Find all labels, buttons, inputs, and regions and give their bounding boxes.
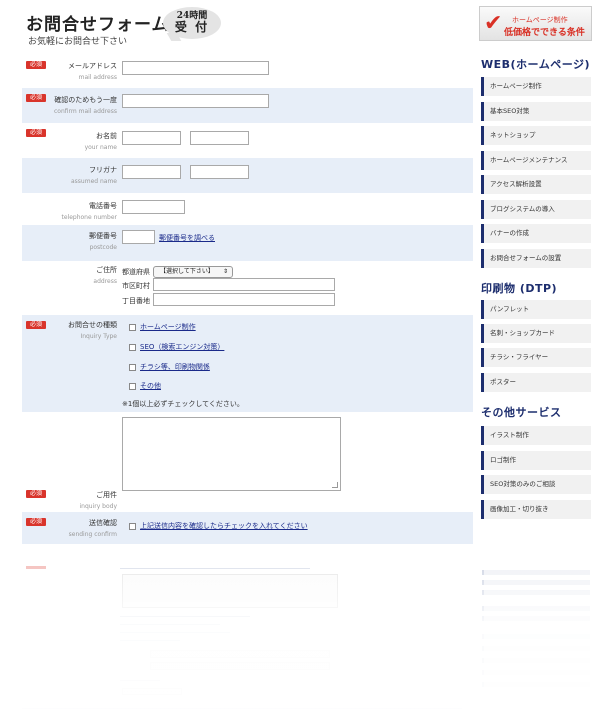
- row-email: 必須 メールアドレス mail address: [22, 55, 473, 88]
- inquiry-option-print[interactable]: チラシ等、印刷物関係: [129, 362, 210, 372]
- required-badge: 必須: [26, 321, 46, 329]
- inquiry-body-textarea[interactable]: [122, 417, 341, 491]
- checkbox[interactable]: [129, 363, 136, 371]
- required-badge: 必須: [26, 129, 46, 137]
- sidebar-item-logo[interactable]: ロゴ制作: [481, 451, 591, 470]
- prefecture-select[interactable]: 【選択して下さい】 ⇕: [153, 266, 233, 278]
- sidebar-item-poster[interactable]: ポスター: [481, 373, 591, 392]
- sidebar-item-illustration[interactable]: イラスト制作: [481, 426, 591, 445]
- row-inquiry-type: 必須 お問合せの種類 Inquiry Type ホームページ制作 SEO（検索エ…: [22, 315, 473, 412]
- sidebar-item-banner[interactable]: バナーの作成: [481, 224, 591, 243]
- sidebar-item-seo-consult[interactable]: SEO対策のみのご相談: [481, 475, 591, 494]
- send-confirm-checkbox[interactable]: 上記送信内容を確認したらチェックを入れてください: [129, 521, 308, 531]
- select-arrows-icon: ⇕: [222, 268, 228, 275]
- faded-reflection: [0, 560, 598, 724]
- sidebar-item-blog[interactable]: ブログシステムの導入: [481, 200, 591, 219]
- phone-label: 電話番号 telephone number: [61, 202, 117, 221]
- page-subtitle: お気軽にお問合せ下さい: [28, 37, 128, 47]
- sidebar-item-maintenance[interactable]: ホームページメンテナンス: [481, 151, 591, 170]
- city-label: 市区町村: [122, 282, 150, 290]
- inquiry-note: ※1個以上必ずチェックしてください。: [122, 400, 244, 408]
- sidebar-item-analytics[interactable]: アクセス解析設置: [481, 175, 591, 194]
- checkbox[interactable]: [129, 343, 136, 351]
- low-price-banner[interactable]: ✔ ホームページ制作 低価格でできる条件: [479, 6, 592, 41]
- email-label: メールアドレス mail address: [68, 62, 117, 81]
- row-body: 必須 ご用件 inquiry body: [22, 412, 473, 512]
- postal-field[interactable]: [122, 230, 155, 244]
- contact-form: 必須 メールアドレス mail address 必須 確認のためもう一度 con…: [22, 55, 473, 544]
- row-name: 必須 お名前 your name: [22, 123, 473, 158]
- row-furigana: フリガナ assumed name: [22, 158, 473, 193]
- sidebar-item-pamphlet[interactable]: パンフレット: [481, 300, 591, 319]
- first-name-kana-field[interactable]: [190, 165, 249, 179]
- sidebar-item-web-production[interactable]: ホームページ制作: [481, 77, 591, 96]
- inquiry-option-web[interactable]: ホームページ制作: [129, 322, 196, 332]
- postal-lookup-link[interactable]: 郵便番号を調べる: [159, 233, 215, 243]
- required-badge: 必須: [26, 490, 46, 498]
- banner-line1: ホームページ制作: [512, 16, 568, 24]
- sidebar-item-basic-seo[interactable]: 基本SEO対策: [481, 102, 591, 121]
- first-name-field[interactable]: [190, 131, 249, 145]
- checkbox[interactable]: [129, 382, 136, 390]
- badge-line2: 受 付: [174, 20, 210, 34]
- section-title-dtp: 印刷物 (DTP): [481, 282, 558, 295]
- sidebar-item-business-card[interactable]: 名刺・ショップカード: [481, 324, 591, 343]
- banner-line2: 低価格でできる条件: [504, 28, 585, 38]
- prefecture-selected-value: 【選択して下さい】: [160, 268, 214, 275]
- checkbox[interactable]: [129, 323, 136, 331]
- city-field[interactable]: [153, 278, 335, 291]
- name-label: お名前 your name: [84, 132, 117, 151]
- body-label: ご用件 inquiry body: [79, 491, 117, 510]
- row-send-confirm: 必須 送信確認 sending confirm 上記送信内容を確認したらチェック…: [22, 512, 473, 544]
- street-field[interactable]: [153, 293, 335, 306]
- row-phone: 電話番号 telephone number: [22, 193, 473, 225]
- page-header: お問合せフォーム お気軽にお問合せ下さい 24時間 受 付: [0, 0, 460, 55]
- sidebar-item-flyer[interactable]: チラシ・フライヤー: [481, 348, 591, 367]
- sidebar-item-contact-form[interactable]: お問合せフォームの設置: [481, 249, 591, 268]
- row-confirm-email: 必須 確認のためもう一度 confirm mail address: [22, 88, 473, 123]
- row-address: ご住所 address 都道府県 【選択して下さい】 ⇕ 市区町村 丁目番地: [22, 261, 473, 315]
- inquiry-option-seo[interactable]: SEO（検索エンジン対策）: [129, 342, 224, 352]
- page-title: お問合せフォーム: [26, 15, 170, 35]
- checkmark-icon: ✔: [484, 11, 503, 36]
- section-title-web: WEB(ホームページ): [481, 58, 591, 71]
- required-badge: 必須: [26, 94, 46, 102]
- sidebar-item-net-shop[interactable]: ネットショップ: [481, 126, 591, 145]
- required-badge: 必須: [26, 518, 46, 526]
- inquiry-type-label: お問合せの種類 Inquiry Type: [68, 321, 117, 340]
- send-confirm-label: 送信確認 sending confirm: [68, 519, 117, 538]
- phone-field[interactable]: [122, 200, 185, 214]
- furigana-label: フリガナ assumed name: [71, 166, 117, 185]
- inquiry-option-other[interactable]: その他: [129, 381, 161, 391]
- street-label: 丁目番地: [122, 297, 150, 305]
- confirm-email-label: 確認のためもう一度 confirm mail address: [54, 96, 117, 115]
- section-title-other: その他サービス: [481, 406, 562, 419]
- prefecture-label: 都道府県: [122, 268, 150, 276]
- 24h-badge: 24時間 受 付: [163, 7, 221, 39]
- checkbox[interactable]: [129, 522, 136, 530]
- address-label: ご住所 address: [93, 266, 117, 285]
- last-name-field[interactable]: [122, 131, 181, 145]
- row-postal: 郵便番号 postcode 郵便番号を調べる: [22, 225, 473, 261]
- required-badge: 必須: [26, 61, 46, 69]
- sidebar-item-image-editing[interactable]: 画像加工・切り抜き: [481, 500, 591, 519]
- last-name-kana-field[interactable]: [122, 165, 181, 179]
- confirm-email-field[interactable]: [122, 94, 269, 108]
- postal-label: 郵便番号 postcode: [89, 232, 117, 251]
- email-field[interactable]: [122, 61, 269, 75]
